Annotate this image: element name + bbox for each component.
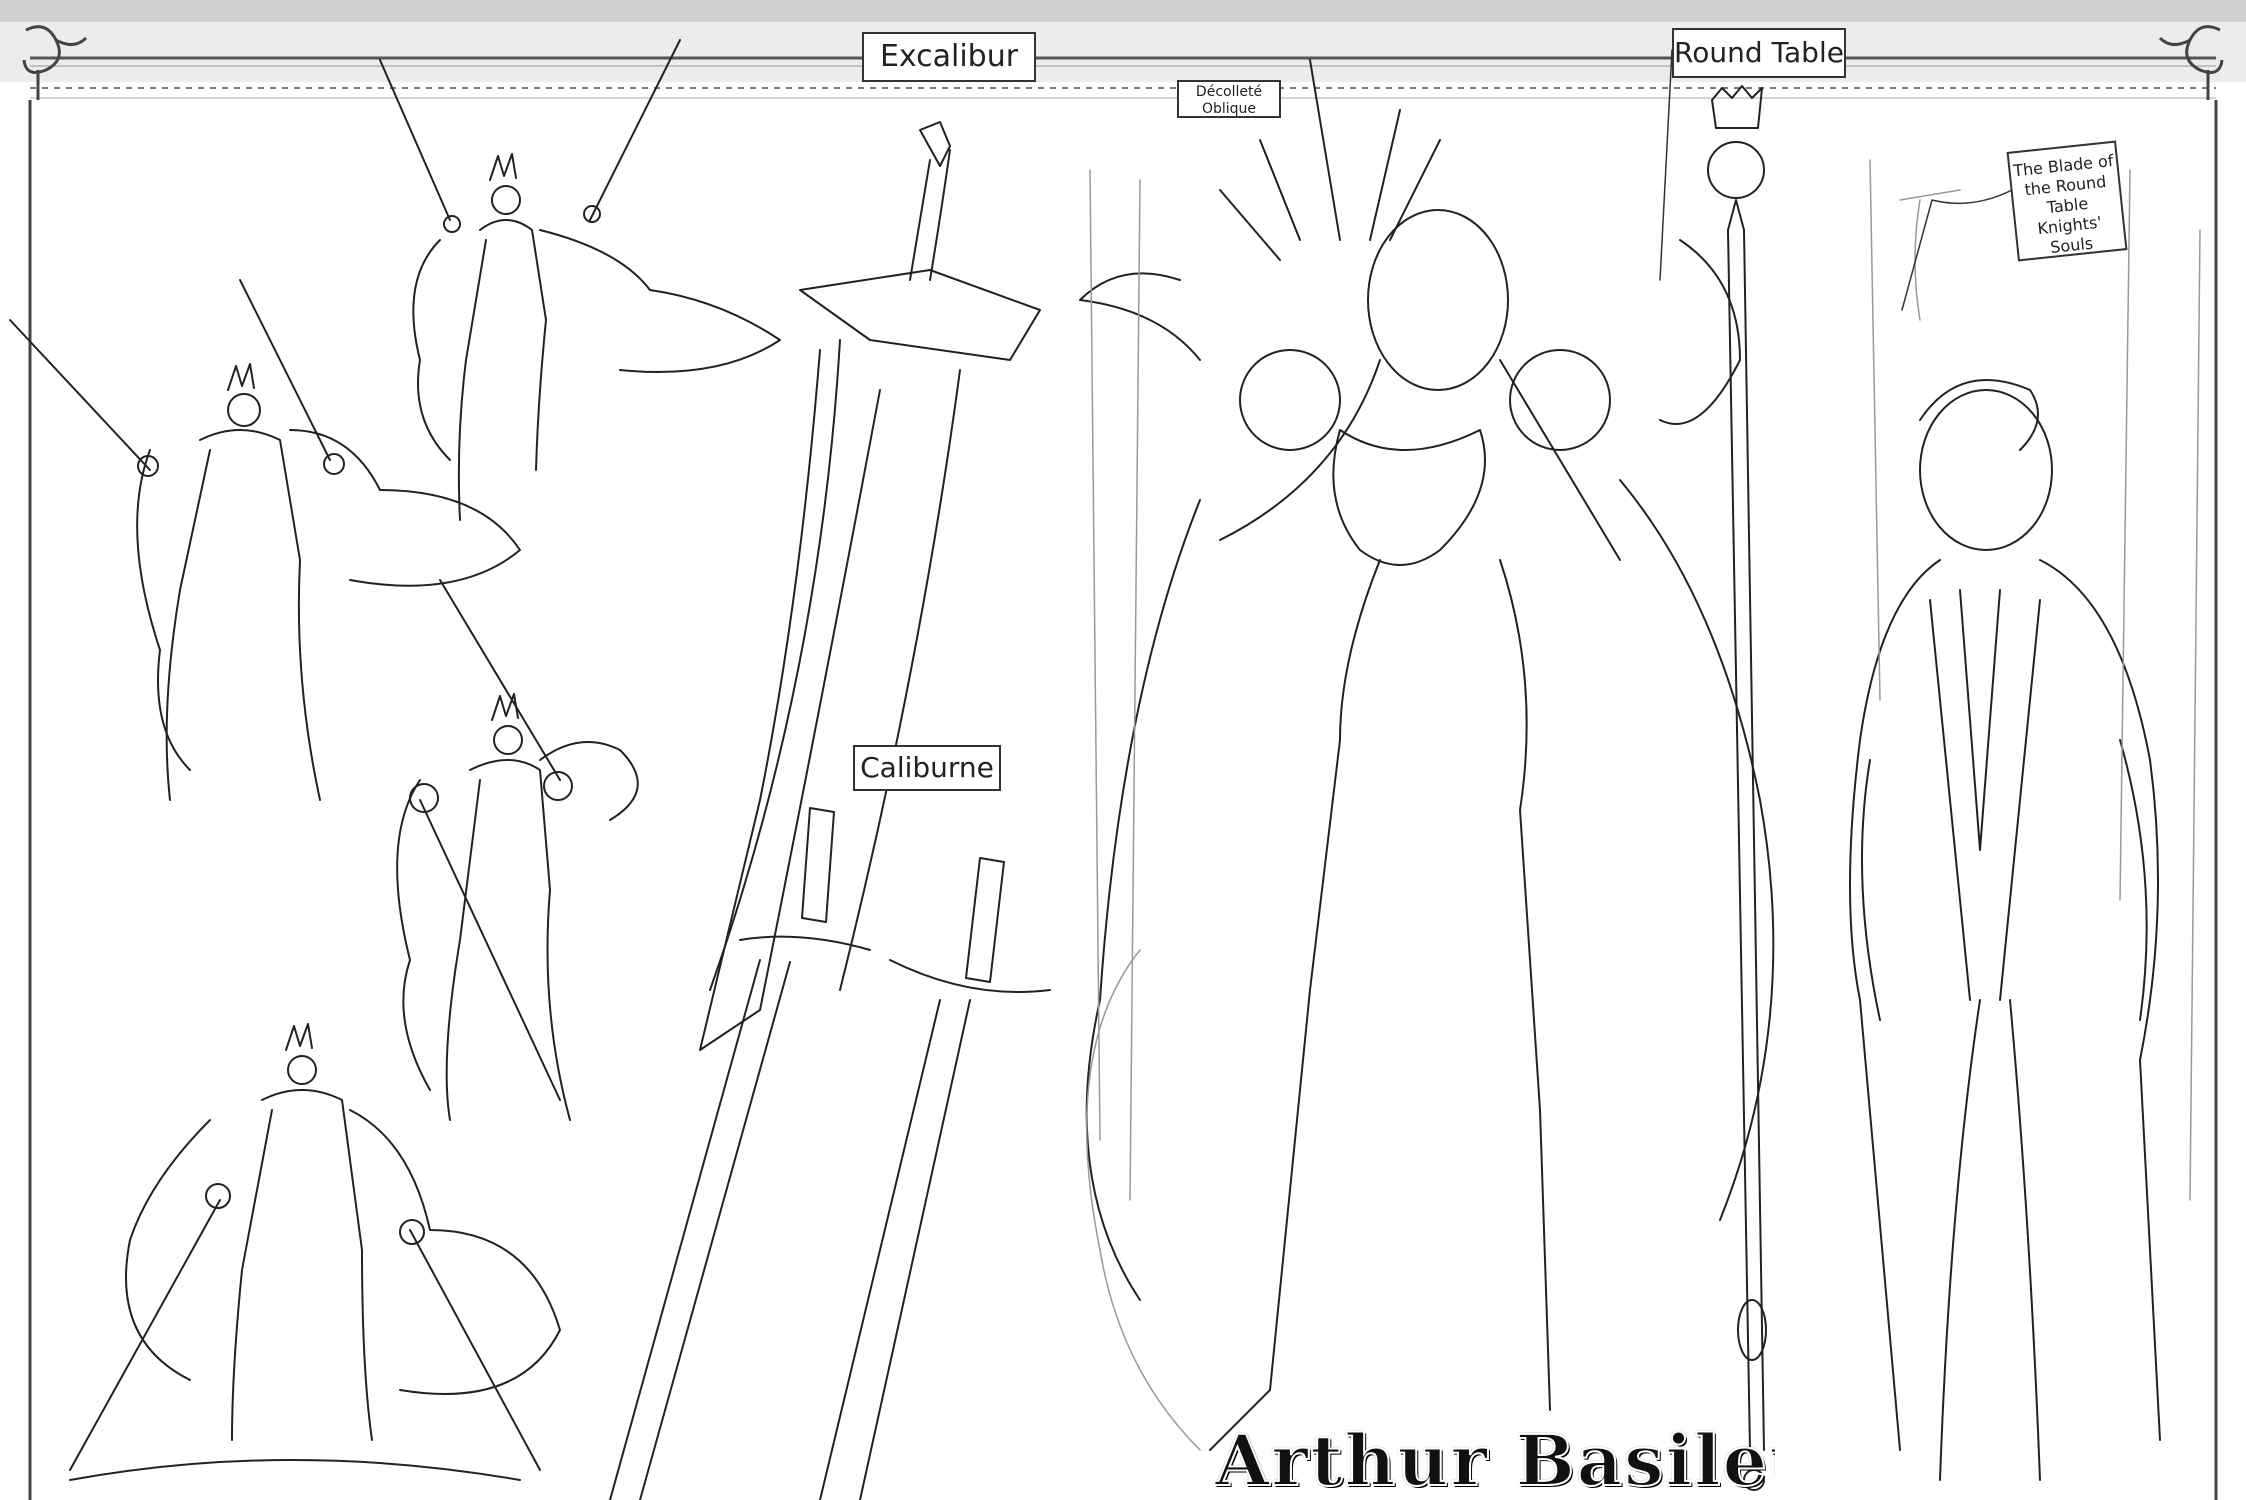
caliburne-sword-2 <box>819 857 1051 1500</box>
top-frame <box>0 0 2246 99</box>
armored-figure <box>1079 59 1775 1451</box>
label-blade-note: The Blade of the Round Table Knights' So… <box>2006 140 2128 262</box>
caliburne-sword-1 <box>609 807 871 1500</box>
label-decollete-line2: Oblique <box>1201 101 1257 117</box>
label-excalibur: Excalibur <box>862 32 1036 82</box>
label-round-table: Round Table <box>1672 28 1846 78</box>
suited-figure <box>1849 379 2161 1481</box>
background-strokes <box>1085 159 2201 1451</box>
page-title: Arthur Basileus <box>1215 1422 1775 1500</box>
pose-sketch-3 <box>396 579 639 1121</box>
label-decollete-oblique: Décolleté Oblique <box>1177 80 1281 118</box>
excalibur-sword <box>699 121 1041 1051</box>
pose-sketch-4 <box>69 1023 561 1481</box>
sketch-artwork <box>0 0 2246 1500</box>
pose-sketch-1 <box>379 39 781 521</box>
label-caliburne: Caliburne <box>853 745 1001 791</box>
pose-sketch-2 <box>9 279 521 801</box>
label-decollete-line1: Décolleté <box>1195 84 1263 100</box>
